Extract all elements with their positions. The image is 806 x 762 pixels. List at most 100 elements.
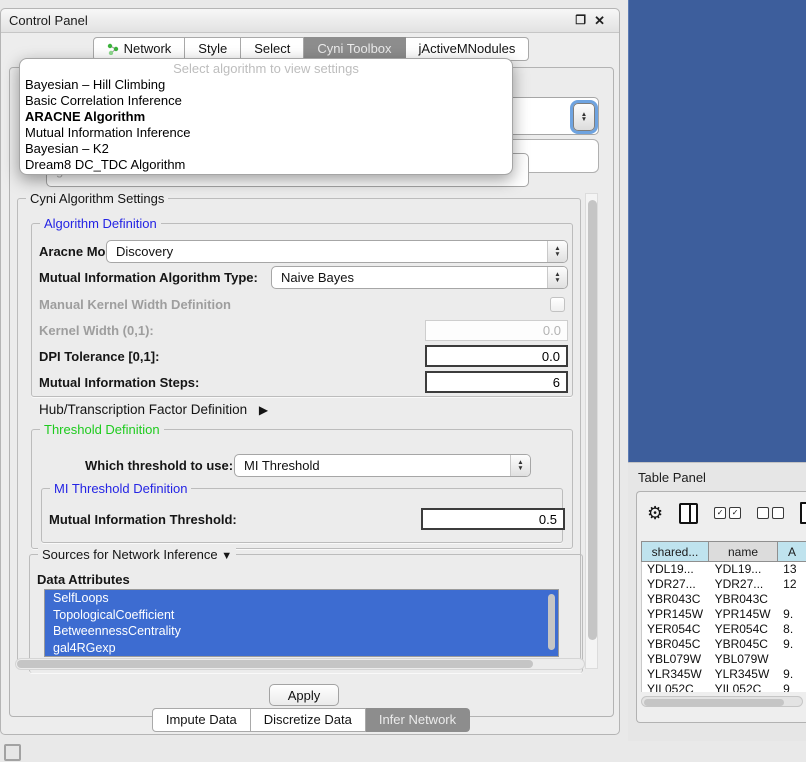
dpi-tolerance-field[interactable]: 0.0 (425, 345, 568, 367)
table-row[interactable]: YBR043CYBR043C (642, 592, 806, 607)
kernel-width-field[interactable]: 0.0 (425, 320, 568, 341)
combobox-stepper-focused[interactable]: ▲▼ (573, 103, 595, 131)
table-cell: YDL19... (710, 562, 779, 577)
table-cell: 8. (778, 622, 806, 637)
select-all-columns-icon[interactable]: ✓✓ (714, 507, 741, 519)
hub-definition-toggle[interactable]: Hub/Transcription Factor Definition ▶ (39, 402, 268, 417)
table-row[interactable]: YPR145WYPR145W9. (642, 607, 806, 622)
table-cell: YBR043C (642, 592, 710, 607)
apply-button[interactable]: Apply (269, 684, 339, 706)
tab-label: Network (124, 38, 172, 60)
mi-type-value: Naive Bayes (281, 267, 354, 288)
algorithm-option[interactable]: Dream8 DC_TDC Algorithm (20, 157, 512, 173)
minimized-panel-icon[interactable] (4, 744, 21, 761)
table-row[interactable]: YBL079WYBL079W (642, 652, 806, 667)
combobox-stepper[interactable]: ▲▼ (547, 267, 567, 288)
table-header-row: shared...nameA (641, 541, 806, 562)
sources-toggle[interactable]: Sources for Network Inference ▼ (38, 547, 236, 562)
close-panel-icon[interactable]: ✕ (594, 13, 605, 29)
group-title: MI Threshold Definition (50, 481, 191, 496)
algorithm-option[interactable]: Basic Correlation Inference (20, 93, 512, 109)
attribute-list-item[interactable]: TopologicalCoefficient (45, 607, 558, 624)
scrollbar-thumb[interactable] (644, 699, 784, 706)
settings-horizontal-scrollbar[interactable] (15, 658, 585, 670)
table-row[interactable]: YDL19...YDL19...13 (642, 562, 806, 577)
column-header[interactable]: A (778, 541, 806, 562)
table-cell: YBR045C (710, 637, 779, 652)
settings-vertical-scrollbar[interactable] (585, 193, 598, 669)
table-toolbar: ⚙ ✓✓ (647, 502, 806, 524)
tab-infer-network[interactable]: Infer Network (366, 708, 470, 732)
table-cell: 9. (778, 607, 806, 622)
kernel-width-label: Kernel Width (0,1): (39, 323, 154, 338)
expanded-arrow-icon: ▼ (221, 550, 232, 562)
table-row[interactable]: YIL052CYIL052C9 (642, 682, 806, 692)
mi-threshold-field[interactable]: 0.5 (421, 508, 565, 530)
bottom-tab-bar: Impute DataDiscretize DataInfer Network (1, 708, 621, 732)
mi-steps-label: Mutual Information Steps: (39, 375, 199, 390)
table-row[interactable]: YER054CYER054C8. (642, 622, 806, 637)
manual-kernel-checkbox[interactable] (550, 297, 565, 312)
network-icon (107, 43, 119, 55)
mi-type-label: Mutual Information Algorithm Type: (39, 270, 258, 285)
tab-label: Cyni Toolbox (317, 38, 391, 60)
attribute-list-item[interactable]: SelfLoops (45, 590, 558, 607)
table-panel-title: Table Panel (638, 470, 706, 485)
tab-impute-data[interactable]: Impute Data (152, 708, 251, 732)
attribute-list-item[interactable]: BetweennessCentrality (45, 623, 558, 640)
algorithm-option[interactable]: Mutual Information Inference (20, 125, 512, 141)
table-horizontal-scrollbar[interactable] (641, 696, 803, 707)
data-attributes-label: Data Attributes (37, 572, 130, 587)
combobox-stepper[interactable]: ▲▼ (510, 455, 530, 476)
scrollbar-thumb[interactable] (588, 200, 597, 640)
attribute-list-item[interactable]: gal4RGexp (45, 640, 558, 657)
table-cell: 12 (778, 577, 806, 592)
collapsed-arrow-icon: ▶ (259, 403, 268, 417)
data-attributes-list[interactable]: SelfLoopsTopologicalCoefficientBetweenne… (44, 589, 559, 657)
table-cell: YLR345W (710, 667, 779, 682)
table-row[interactable]: YBR045CYBR045C9. (642, 637, 806, 652)
group-title: Algorithm Definition (40, 216, 161, 231)
table-cell: YLR345W (642, 667, 710, 682)
table-cell: YDR27... (642, 577, 710, 592)
tab-label: jActiveMNodules (419, 38, 516, 60)
table-cell: YER054C (642, 622, 710, 637)
table-cell: YPR145W (642, 607, 710, 622)
export-table-icon[interactable] (800, 502, 806, 524)
mi-type-combobox[interactable]: Naive Bayes ▲▼ (271, 266, 568, 289)
scrollbar-thumb[interactable] (17, 660, 533, 668)
popup-placeholder: Select algorithm to view settings (20, 60, 512, 77)
algorithm-option[interactable]: ARACNE Algorithm (20, 109, 512, 125)
combobox-stepper[interactable]: ▲▼ (547, 241, 567, 262)
tab-discretize-data[interactable]: Discretize Data (251, 708, 366, 732)
algorithm-option[interactable]: Bayesian – Hill Climbing (20, 77, 512, 93)
aracne-mode-value: Discovery (116, 241, 173, 262)
column-header[interactable]: name (709, 541, 778, 562)
algorithm-options-list: Bayesian – Hill ClimbingBasic Correlatio… (20, 77, 512, 173)
mi-steps-field[interactable]: 6 (425, 371, 568, 393)
dpi-tolerance-label: DPI Tolerance [0,1]: (39, 349, 159, 364)
algorithm-option[interactable]: Bayesian – K2 (20, 141, 512, 157)
table-cell: YDR27... (710, 577, 779, 592)
list-scrollbar-thumb[interactable] (548, 594, 555, 650)
table-row[interactable]: YDR27...YDR27...12 (642, 577, 806, 592)
deselect-all-columns-icon[interactable] (757, 507, 784, 519)
screen: Control Panel ❐ ✕ NetworkStyleSelectCyni… (0, 0, 806, 762)
table-cell: YBL079W (642, 652, 710, 667)
aracne-mode-combobox[interactable]: Discovery ▲▼ (106, 240, 568, 263)
table-cell: YDL19... (642, 562, 710, 577)
table-cell (778, 652, 806, 667)
algorithm-dropdown-popup: Select algorithm to view settings Bayesi… (19, 58, 513, 175)
table-panel-section: Table Panel ⚙ ✓✓ shared...nameA YDL19...… (628, 462, 806, 741)
node-table: shared...nameA YDL19...YDL19...13YDR27..… (641, 541, 806, 692)
split-columns-icon[interactable] (679, 503, 698, 524)
which-threshold-combobox[interactable]: MI Threshold ▲▼ (234, 454, 531, 477)
table-row[interactable]: YLR345WYLR345W9. (642, 667, 806, 682)
which-threshold-value: MI Threshold (244, 455, 320, 476)
group-title: Threshold Definition (40, 422, 164, 437)
float-panel-icon[interactable]: ❐ (575, 13, 586, 27)
column-header[interactable]: shared... (641, 541, 709, 562)
gear-icon[interactable]: ⚙ (647, 504, 663, 522)
which-threshold-label: Which threshold to use: (85, 458, 233, 473)
table-cell: YPR145W (710, 607, 779, 622)
